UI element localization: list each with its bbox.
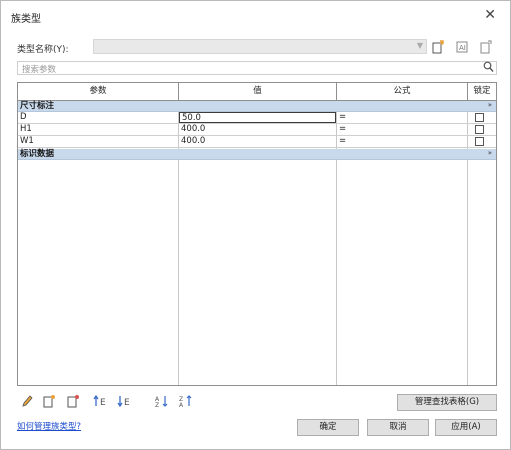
param-value-input[interactable]: 400.0 (179, 124, 336, 135)
param-name: W1 (20, 136, 34, 146)
close-icon[interactable]: ✕ (484, 7, 496, 23)
delete-param-icon[interactable] (67, 394, 80, 410)
apply-button[interactable]: 应用(A) (435, 419, 497, 436)
type-name-row: 类型名称(Y): ▼ AI (17, 39, 497, 55)
param-formula-input[interactable]: = (337, 112, 467, 123)
svg-text:AI: AI (459, 44, 466, 52)
parameters-table: 参数 值 公式 锁定 尺寸标注 » D 50.0 = H1 400.0 = W1… (17, 82, 497, 386)
svg-text:E: E (100, 398, 106, 408)
search-input[interactable]: 搜索参数 (17, 61, 497, 75)
header-lock[interactable]: 锁定 (468, 83, 496, 100)
param-formula-input[interactable]: = (337, 124, 467, 135)
collapse-icon[interactable]: » (488, 100, 492, 111)
type-name-label: 类型名称(Y): (17, 45, 69, 55)
rename-type-icon[interactable]: AI (453, 39, 471, 54)
group-header-identity[interactable]: 标识数据 » (18, 149, 496, 160)
header-param[interactable]: 参数 (18, 83, 179, 100)
family-types-dialog: 族类型 ✕ 类型名称(Y): ▼ AI 搜索参数 参数 值 公式 锁定 尺寸标注… (0, 0, 511, 450)
parameter-toolbar: E E AZ ZA (17, 394, 217, 410)
param-value-input[interactable]: 400.0 (179, 136, 336, 147)
edit-pencil-icon[interactable] (21, 394, 33, 410)
type-name-select[interactable]: ▼ (93, 39, 427, 54)
table-row: H1 400.0 = (18, 124, 496, 136)
svg-text:A: A (179, 402, 184, 408)
group-label: 尺寸标注 (20, 101, 55, 111)
help-link[interactable]: 如何管理族类型? (17, 420, 81, 432)
chevron-down-icon: ▼ (416, 41, 423, 50)
param-value-input[interactable]: 50.0 (179, 112, 336, 123)
sort-asc-icon[interactable]: AZ (155, 394, 169, 410)
new-type-icon[interactable] (429, 39, 447, 54)
param-name: H1 (20, 124, 32, 134)
move-down-icon[interactable]: E (117, 394, 133, 410)
new-param-icon[interactable] (43, 394, 56, 410)
header-value[interactable]: 值 (179, 83, 337, 100)
param-formula-input[interactable]: = (337, 136, 467, 147)
collapse-icon[interactable]: » (488, 148, 492, 159)
search-placeholder: 搜索参数 (22, 65, 57, 75)
table-row: W1 400.0 = (18, 136, 496, 148)
search-icon[interactable] (483, 61, 494, 76)
table-row: D 50.0 = (18, 112, 496, 124)
svg-text:Z: Z (155, 402, 159, 408)
group-header-dimensions[interactable]: 尺寸标注 » (18, 101, 496, 112)
lock-checkbox[interactable] (475, 125, 484, 134)
delete-type-icon[interactable] (477, 39, 495, 54)
lock-checkbox[interactable] (475, 113, 484, 122)
sort-desc-icon[interactable]: ZA (179, 394, 193, 410)
header-formula[interactable]: 公式 (337, 83, 468, 100)
svg-text:E: E (124, 398, 130, 408)
cancel-button[interactable]: 取消 (367, 419, 429, 436)
table-header: 参数 值 公式 锁定 (18, 83, 496, 101)
move-up-icon[interactable]: E (93, 394, 109, 410)
manage-lookup-tables-button[interactable]: 管理查找表格(G) (397, 394, 497, 411)
lock-checkbox[interactable] (475, 137, 484, 146)
ok-button[interactable]: 确定 (297, 419, 359, 436)
param-name: D (20, 112, 27, 122)
dialog-title: 族类型 (11, 14, 41, 25)
title-bar: 族类型 ✕ (1, 1, 510, 29)
group-label: 标识数据 (20, 149, 55, 159)
